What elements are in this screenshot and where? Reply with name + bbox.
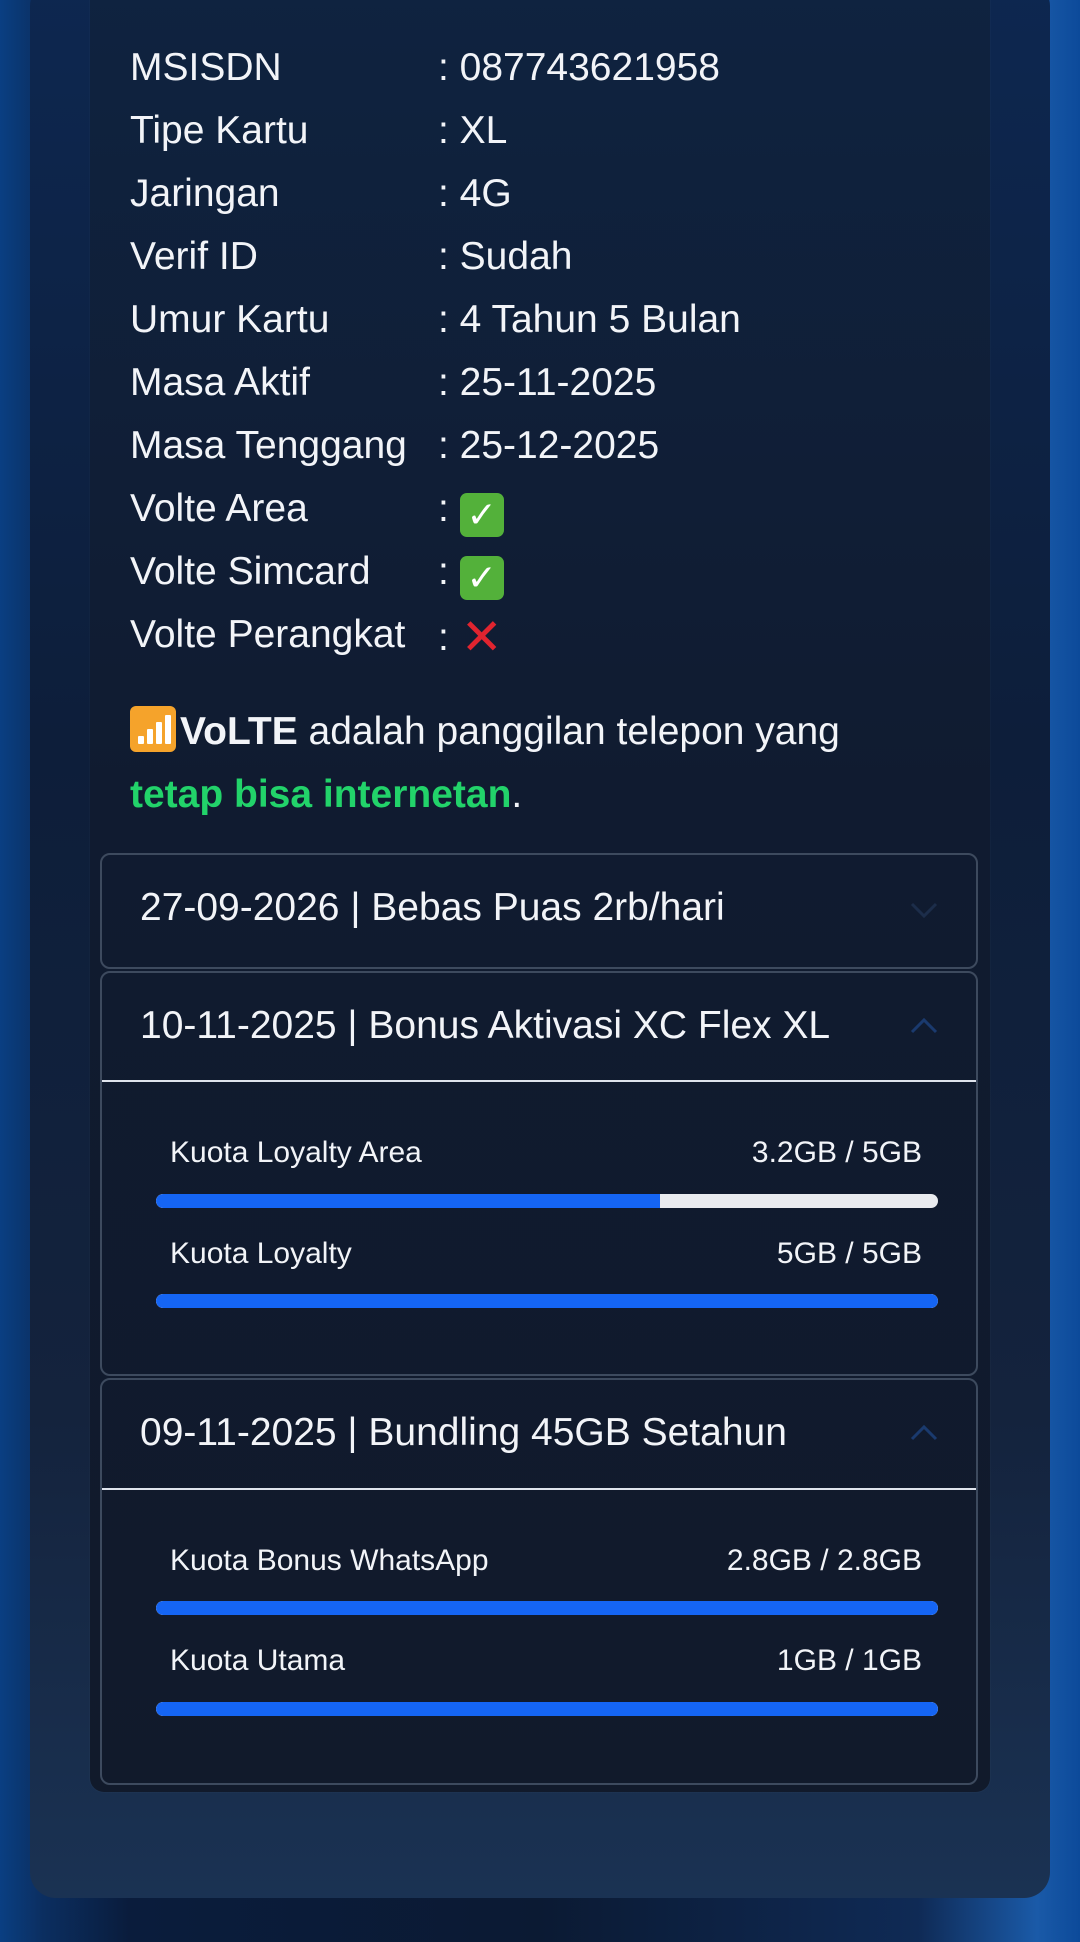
info-value: : XL	[438, 109, 508, 152]
info-label: Volte Simcard	[130, 550, 371, 593]
package-accordion: 27-09-2026 | Bebas Puas 2rb/hari	[100, 853, 978, 969]
info-label: Tipe Kartu	[130, 109, 309, 152]
info-label: Masa Aktif	[130, 361, 310, 404]
volte-highlight: tetap bisa internetan	[130, 773, 512, 816]
chevron-down-icon	[910, 902, 938, 919]
volte-end: .	[511, 773, 523, 816]
package-header[interactable]: 09-11-2025 | Bundling 45GB Setahun	[102, 1380, 976, 1488]
chevron-up-icon	[910, 1424, 938, 1441]
volte-text: adalah panggilan telepon yang	[297, 710, 840, 753]
signal-bars-icon	[130, 706, 176, 752]
package-title: 27-09-2026 | Bebas Puas 2rb/hari	[140, 886, 725, 929]
info-value: : ✓	[438, 552, 504, 600]
info-value: : 4G	[438, 172, 512, 215]
package-accordion: 10-11-2025 | Bonus Aktivasi XC Flex XL K…	[100, 971, 978, 1376]
info-value: : 4 Tahun 5 Bulan	[438, 298, 741, 341]
info-value: : 25-11-2025	[438, 361, 657, 404]
volte-bold: VoLTE	[180, 710, 298, 753]
info-colon: :	[438, 616, 449, 659]
quota-progress-bar	[156, 1702, 938, 1716]
info-label: Umur Kartu	[130, 298, 330, 341]
package-title: 09-11-2025 | Bundling 45GB Setahun	[140, 1411, 787, 1454]
quota-value: 3.2GB / 5GB	[751, 1136, 922, 1169]
info-label: Verif ID	[130, 235, 258, 278]
quota-label: Kuota Loyalty	[170, 1237, 352, 1270]
quota-label: Kuota Loyalty Area	[170, 1136, 422, 1169]
quota-progress-bar	[156, 1601, 938, 1615]
quota-progress-bar	[156, 1194, 938, 1208]
info-value: : 25-12-2025	[438, 424, 660, 467]
package-title: 10-11-2025 | Bonus Aktivasi XC Flex XL	[140, 1004, 831, 1047]
info-value: : ✓	[438, 489, 504, 537]
quota-progress-bar	[156, 1294, 938, 1308]
quota-progress-fill	[156, 1194, 661, 1208]
info-value: : 087743621958	[438, 46, 720, 89]
quota-value: 2.8GB / 2.8GB	[726, 1544, 922, 1577]
package-header[interactable]: 27-09-2026 | Bebas Puas 2rb/hari	[102, 855, 976, 963]
package-accordion: 09-11-2025 | Bundling 45GB Setahun Kuota…	[100, 1378, 978, 1785]
info-colon: :	[438, 487, 449, 530]
divider	[102, 1080, 976, 1082]
info-label: Jaringan	[130, 172, 280, 215]
info-label: Volte Area	[130, 487, 308, 530]
info-value: : Sudah	[438, 235, 573, 278]
quota-progress-fill	[156, 1702, 938, 1716]
quota-value: 1GB / 1GB	[776, 1644, 922, 1677]
divider	[102, 1488, 976, 1490]
chevron-up-icon	[910, 1017, 938, 1034]
check-mark-icon: ✓	[459, 556, 504, 600]
quota-progress-fill	[156, 1294, 938, 1308]
quota-label: Kuota Utama	[170, 1644, 346, 1677]
volte-note: VoLTE adalah panggilan telepon yang teta…	[130, 700, 950, 826]
info-label: Masa Tenggang	[130, 424, 407, 467]
check-mark-icon: ✓	[459, 493, 504, 537]
cross-mark-icon: ✕	[460, 609, 503, 665]
package-header[interactable]: 10-11-2025 | Bonus Aktivasi XC Flex XL	[102, 973, 976, 1081]
quota-value: 5GB / 5GB	[776, 1237, 922, 1270]
quota-label: Kuota Bonus WhatsApp	[170, 1544, 489, 1577]
info-colon: :	[438, 550, 449, 593]
info-value: : ✕	[438, 609, 504, 665]
info-label: MSISDN	[130, 46, 282, 89]
info-label: Volte Perangkat	[130, 613, 406, 656]
quota-progress-fill	[156, 1601, 938, 1615]
